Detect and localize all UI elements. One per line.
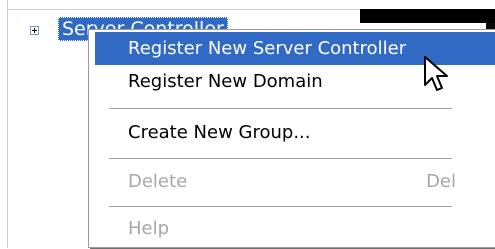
window-left-edge (0, 0, 8, 248)
menu-item-label: Delete (128, 171, 188, 192)
details-pane-header (360, 9, 495, 23)
menu-item-shortcut: Del (426, 171, 456, 192)
menu-item-label: Help (128, 218, 170, 239)
menu-item-label: Register New Server Controller (128, 38, 407, 59)
menu-item-create-group[interactable]: Create New Group... (95, 116, 495, 149)
menu-separator (109, 108, 452, 110)
menu-item-help[interactable]: Help (95, 212, 495, 245)
menu-item-label: Register New Domain (128, 71, 323, 92)
window-top-edge (0, 0, 495, 9)
menu-separator (109, 158, 452, 160)
menu-item-label: Create New Group... (128, 122, 311, 143)
menu-item-delete[interactable]: Delete Del (95, 165, 495, 198)
plus-box-icon[interactable] (30, 26, 39, 35)
menu-separator (109, 206, 452, 208)
arrow-pointer-icon (424, 56, 448, 91)
